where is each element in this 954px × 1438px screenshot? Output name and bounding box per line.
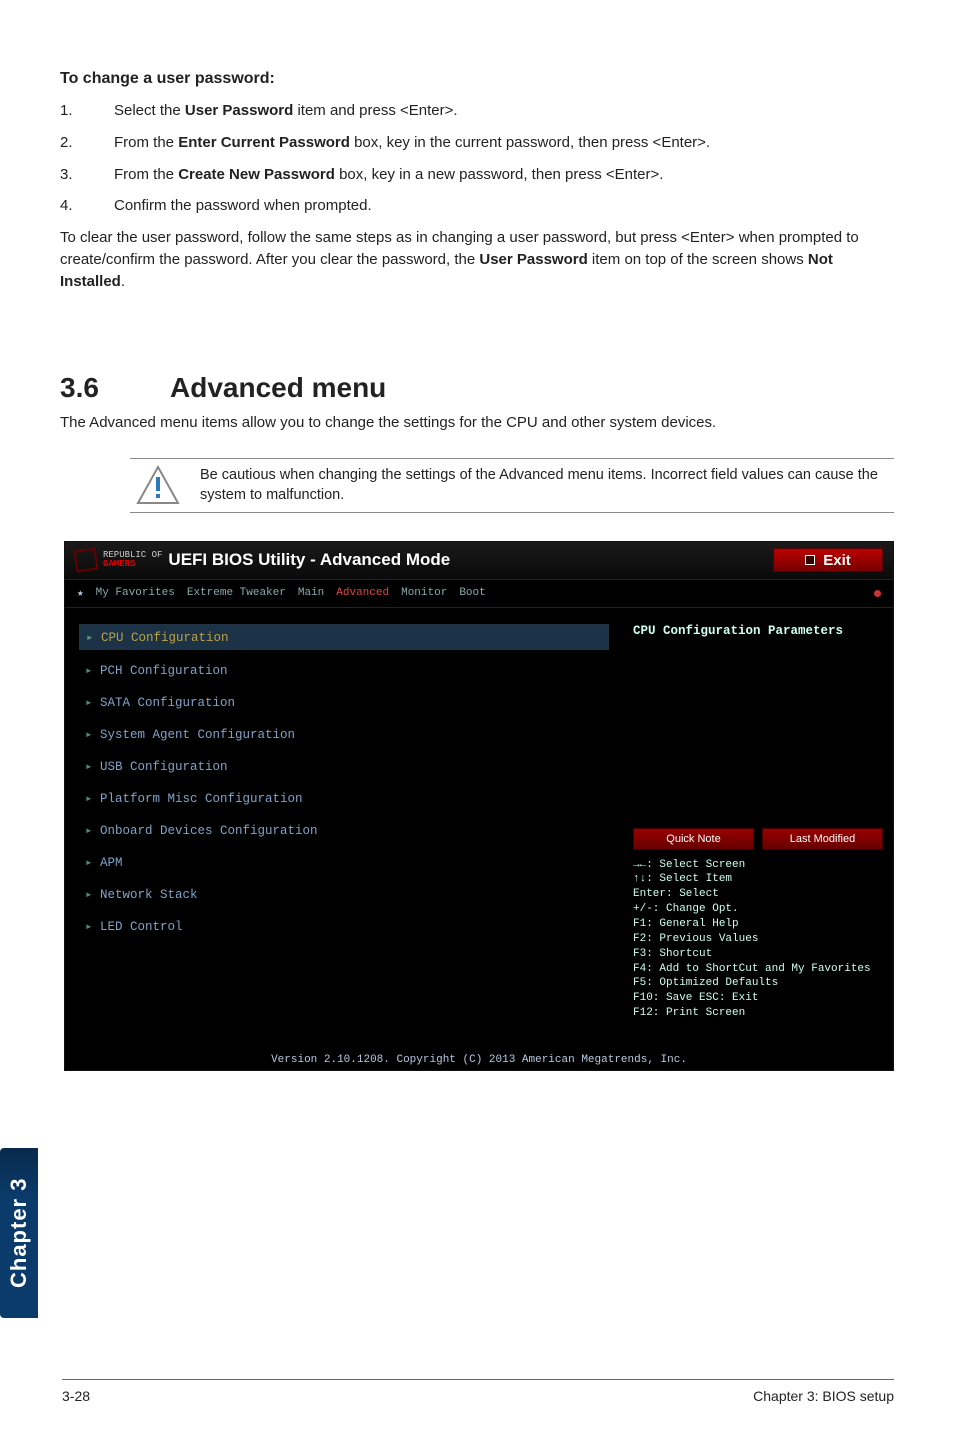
section-title: Advanced menu: [170, 372, 386, 403]
steps-list: 1. Select the User Password item and pre…: [60, 100, 894, 217]
caution-text: Be cautious when changing the settings o…: [200, 465, 892, 506]
tab-main[interactable]: Main: [298, 587, 324, 599]
bios-title: UEFI BIOS Utility - Advanced Mode: [168, 550, 450, 570]
step-text: From the Create New Password box, key in…: [114, 164, 894, 186]
step-number: 4.: [60, 195, 114, 217]
footer-chapter-title: Chapter 3: BIOS setup: [753, 1388, 894, 1404]
page-footer: 3-28 Chapter 3: BIOS setup: [62, 1379, 894, 1404]
quick-note-button[interactable]: Quick Note: [633, 828, 754, 850]
submenu-icon: ▸: [85, 822, 97, 838]
menu-item-apm[interactable]: ▸APM: [79, 850, 609, 874]
menu-item-led-control[interactable]: ▸LED Control: [79, 914, 609, 938]
menu-item-sata-configuration[interactable]: ▸SATA Configuration: [79, 690, 609, 714]
bios-footer: Version 2.10.1208. Copyright (C) 2013 Am…: [65, 1054, 893, 1066]
step-item: 1. Select the User Password item and pre…: [60, 100, 894, 122]
section-lead: The Advanced menu items allow you to cha…: [60, 412, 894, 434]
menu-item-system-agent-configuration[interactable]: ▸System Agent Configuration: [79, 722, 609, 746]
bios-titlebar: REPUBLIC OF GAMERS UEFI BIOS Utility - A…: [65, 542, 893, 580]
submenu-icon: ▸: [85, 726, 97, 742]
menu-item-pch-configuration[interactable]: ▸PCH Configuration: [79, 658, 609, 682]
submenu-icon: ▸: [85, 662, 97, 678]
tab-favorites[interactable]: My Favorites: [96, 587, 175, 599]
subsection-heading: To change a user password:: [60, 70, 894, 88]
submenu-icon: ▸: [85, 854, 97, 870]
step-text: Select the User Password item and press …: [114, 100, 894, 122]
menu-item-onboard-devices-configuration[interactable]: ▸Onboard Devices Configuration: [79, 818, 609, 842]
right-panel-title: CPU Configuration Parameters: [633, 624, 883, 638]
star-icon: ★: [77, 586, 84, 600]
caution-icon: [136, 465, 180, 505]
step-text: Confirm the password when prompted.: [114, 195, 894, 217]
chapter-side-tab: Chapter 3: [0, 1148, 38, 1318]
clear-password-text: To clear the user password, follow the s…: [60, 227, 894, 292]
section-heading: 3.6Advanced menu: [60, 372, 894, 404]
step-number: 3.: [60, 164, 114, 186]
submenu-icon: ▸: [85, 758, 97, 774]
last-modified-button[interactable]: Last Modified: [762, 828, 883, 850]
tab-advanced[interactable]: Advanced: [336, 587, 389, 599]
rog-logo: REPUBLIC OF GAMERS: [75, 549, 162, 571]
menu-item-cpu-configuration[interactable]: ▸CPU Configuration: [79, 624, 609, 650]
submenu-icon: ▸: [86, 629, 98, 645]
tab-boot[interactable]: Boot: [459, 587, 485, 599]
tab-tweaker[interactable]: Extreme Tweaker: [187, 587, 286, 599]
submenu-icon: ▸: [85, 886, 97, 902]
exit-icon: [805, 555, 815, 565]
tab-monitor[interactable]: Monitor: [401, 587, 447, 599]
bios-tabs: ★ My Favorites Extreme Tweaker Main Adva…: [65, 580, 893, 608]
exit-button[interactable]: Exit: [773, 548, 883, 572]
menu-item-platform-misc-configuration[interactable]: ▸Platform Misc Configuration: [79, 786, 609, 810]
step-number: 2.: [60, 132, 114, 154]
rog-badge-icon: [74, 548, 99, 573]
submenu-icon: ▸: [85, 694, 97, 710]
bios-menu-list: ▸CPU Configuration ▸PCH Configuration ▸S…: [65, 608, 623, 1048]
step-number: 1.: [60, 100, 114, 122]
submenu-icon: ▸: [85, 790, 97, 806]
submenu-icon: ▸: [85, 918, 97, 934]
power-indicator-icon: [874, 590, 881, 597]
caution-note: Be cautious when changing the settings o…: [130, 458, 894, 513]
step-text: From the Enter Current Password box, key…: [114, 132, 894, 154]
bios-right-panel: CPU Configuration Parameters Quick Note …: [623, 608, 893, 1048]
step-item: 2. From the Enter Current Password box, …: [60, 132, 894, 154]
section-number: 3.6: [60, 372, 170, 404]
menu-item-usb-configuration[interactable]: ▸USB Configuration: [79, 754, 609, 778]
step-item: 4. Confirm the password when prompted.: [60, 195, 894, 217]
menu-item-network-stack[interactable]: ▸Network Stack: [79, 882, 609, 906]
help-text: →←: Select Screen ↑↓: Select Item Enter:…: [633, 858, 883, 1021]
bios-screenshot: REPUBLIC OF GAMERS UEFI BIOS Utility - A…: [64, 541, 894, 1071]
step-item: 3. From the Create New Password box, key…: [60, 164, 894, 186]
page-number: 3-28: [62, 1388, 90, 1404]
